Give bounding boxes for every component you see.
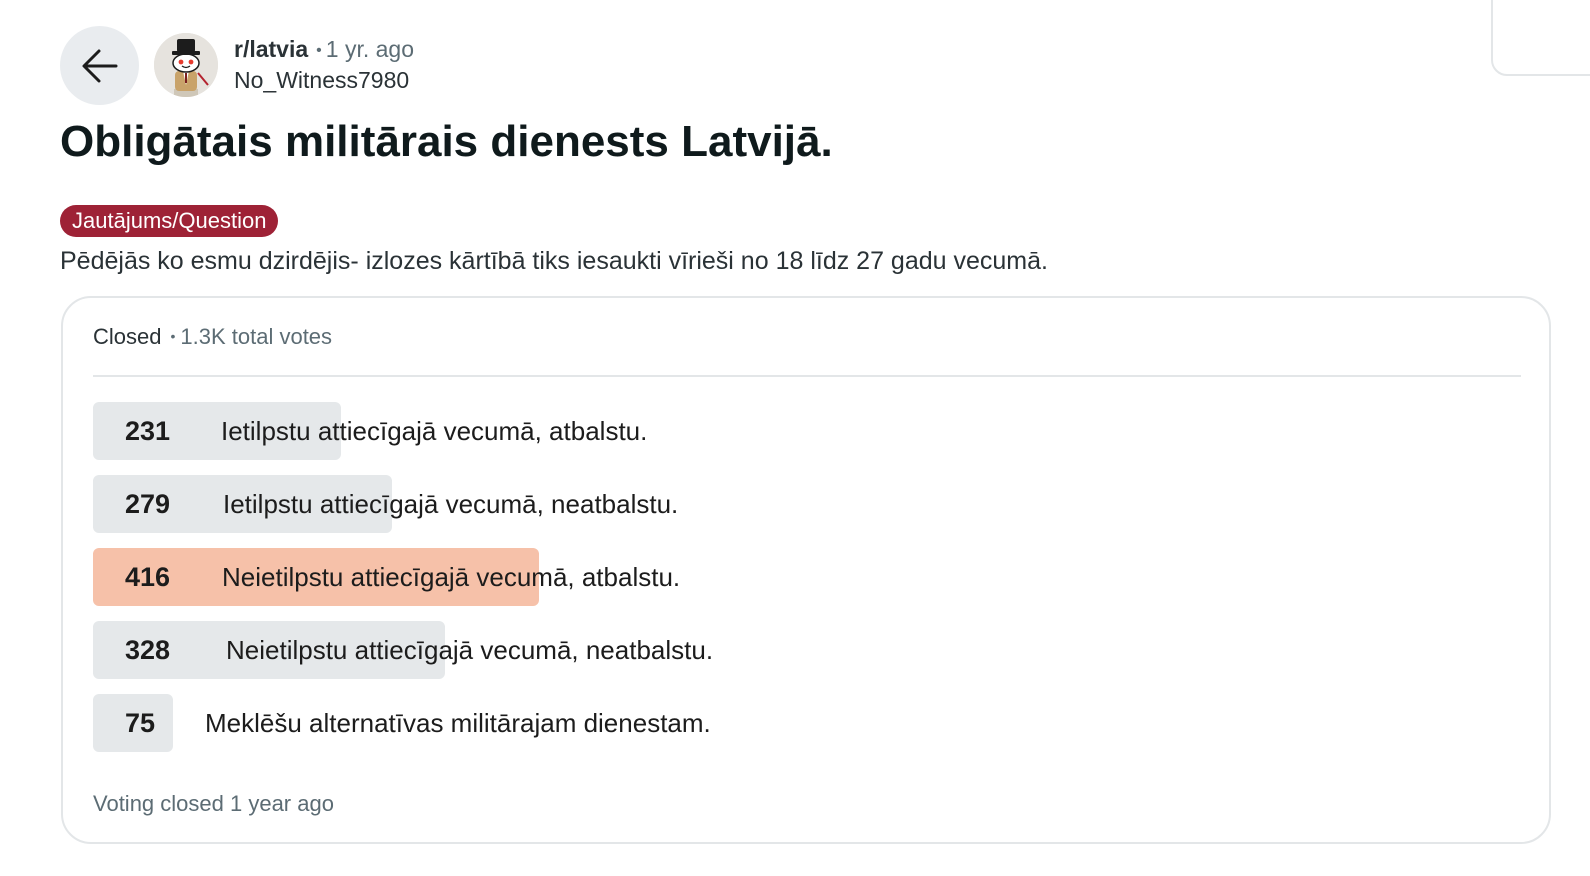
poll-option: 328 Neietilpstu attiecīgajā vecumā, neat…	[93, 621, 1293, 679]
poll-option: 75 Meklēšu alternatīvas militārajam dien…	[93, 694, 1293, 752]
poll-header: Closed • 1.3K total votes	[93, 320, 332, 353]
poll-option-label: Neietilpstu attiecīgajā vecumā, atbalstu…	[222, 562, 681, 592]
poll-option-count: 75	[125, 708, 156, 738]
poll-option-label: Meklēšu alternatīvas militārajam dienest…	[205, 708, 711, 738]
post-title: Obligātais militārais dienests Latvijā.	[60, 117, 833, 166]
poll-option-label: Neietilpstu attiecīgajā vecumā, neatbals…	[226, 635, 714, 665]
poll-option-count: 328	[125, 635, 171, 665]
post-body: Pēdējās ko esmu dzirdējis- izlozes kārtī…	[60, 247, 1048, 275]
post-meta: r/latvia • 1 yr. ago	[234, 33, 414, 67]
post-page: r/latvia • 1 yr. ago No_Witness7980 Obligā…	[0, 0, 1590, 876]
poll-option-count: 416	[125, 562, 171, 592]
author-link[interactable]: No_Witness7980	[234, 64, 409, 96]
post-timestamp: 1 yr. ago	[325, 36, 414, 62]
poll-option: 416 Neietilpstu attiecīgajā vecumā, atba…	[93, 548, 1293, 606]
poll-option-count: 279	[125, 489, 171, 519]
poll-option: 231 Ietilpstu attiecīgajā vecumā, atbals…	[93, 402, 1293, 460]
back-button[interactable]	[60, 26, 139, 105]
meta-separator: •	[316, 42, 322, 59]
poll-option-label: Ietilpstu attiecīgajā vecumā, atbalstu.	[221, 416, 648, 446]
poll-divider	[93, 375, 1521, 377]
poll-card: Closed • 1.3K total votes 231 Ietilpstu at…	[61, 296, 1551, 844]
poll-total-votes: 1.3K total votes	[180, 324, 333, 349]
poll-separator: •	[170, 328, 176, 344]
poll-footer: Voting closed 1 year ago	[93, 791, 334, 816]
poll-option-label: Ietilpstu attiecīgajā vecumā, neatbalstu…	[223, 489, 679, 519]
poll-option: 279 Ietilpstu attiecīgajā vecumā, neatba…	[93, 475, 1293, 533]
poll-option-count: 231	[125, 416, 171, 446]
side-card-edge	[1491, 0, 1590, 76]
poll-status: Closed	[93, 324, 162, 349]
post-flair[interactable]: Jautājums/Question	[60, 205, 279, 237]
subreddit-avatar[interactable]	[154, 33, 218, 97]
subreddit-link[interactable]: r/latvia	[234, 36, 308, 62]
snoo-avatar-icon	[154, 33, 218, 97]
arrow-left-icon	[82, 49, 117, 82]
